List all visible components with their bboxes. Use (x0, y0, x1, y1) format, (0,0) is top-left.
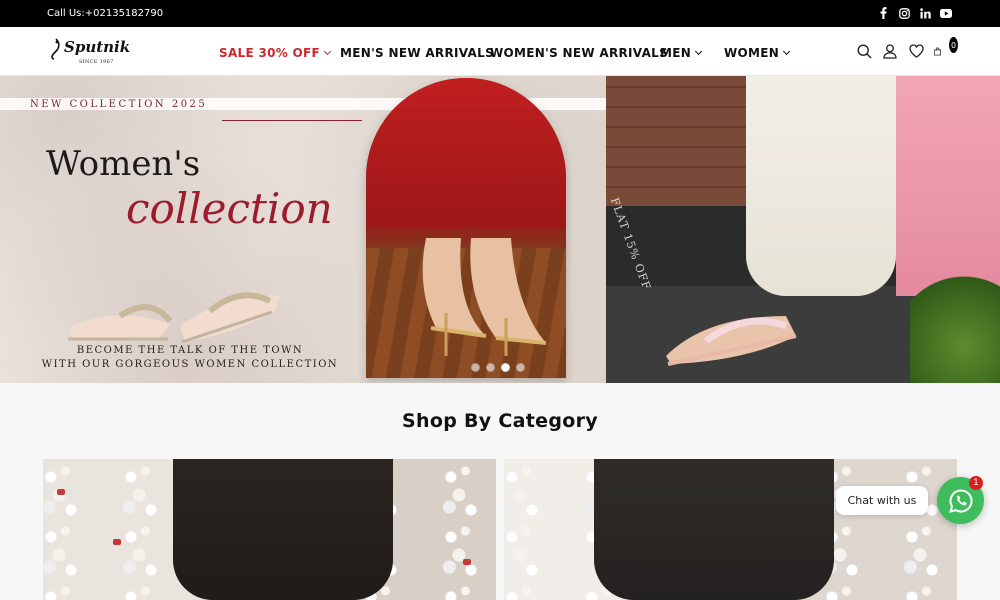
divider (222, 120, 362, 121)
category-card[interactable] (504, 459, 957, 600)
nav-men[interactable]: MEN (660, 46, 703, 60)
whatsapp-icon (948, 488, 972, 513)
hero-right-panel (606, 76, 1000, 383)
nav-women[interactable]: WOMEN (724, 46, 791, 60)
category-image (594, 459, 834, 600)
chevron-down-icon (783, 47, 791, 56)
collection-kicker: NEW COLLECTION 2025 (30, 99, 208, 110)
hero-left-panel: NEW COLLECTION 2025 Women's collection B… (0, 76, 606, 383)
sandals-image (68, 292, 280, 344)
petal (113, 539, 121, 545)
youtube-icon[interactable] (940, 7, 952, 19)
slider-dot[interactable] (486, 363, 495, 372)
header-icons: 0 (856, 37, 958, 59)
petal (463, 559, 471, 565)
hero-title-line1: Women's (46, 144, 201, 184)
hero-title-line2: collection (126, 184, 333, 233)
cart-count-badge: 0 (949, 37, 958, 53)
wishlist-icon[interactable] (908, 43, 924, 59)
chat-notification-badge: 1 (969, 476, 983, 490)
heels-illustration (422, 238, 547, 356)
featured-heels-image (366, 78, 566, 378)
brand-logo[interactable]: Sputnik SINCE 1967 (49, 36, 130, 68)
hero-slider[interactable]: NEW COLLECTION 2025 Women's collection B… (0, 76, 1000, 383)
slider-dot[interactable] (471, 363, 480, 372)
logo-mark-icon (51, 38, 60, 60)
call-us-text[interactable]: Call Us:+02135182790 (47, 8, 163, 19)
plant-image (910, 263, 1000, 383)
instagram-icon[interactable] (898, 7, 910, 19)
slider-pagination (471, 363, 525, 372)
petal (57, 489, 65, 495)
social-links (877, 7, 952, 19)
red-trousers (366, 78, 566, 228)
cart-icon[interactable]: 0 (934, 37, 958, 59)
nav-womens-new-arrivals-label: WOMEN'S NEW ARRIVALS (490, 46, 669, 60)
slider-dot[interactable] (516, 363, 525, 372)
category-card[interactable] (43, 459, 496, 600)
chevron-down-icon (324, 47, 332, 56)
chat-label[interactable]: Chat with us (836, 486, 928, 515)
nav-mens-new-arrivals[interactable]: MEN'S NEW ARRIVALS (340, 46, 494, 60)
dress-image (746, 76, 896, 296)
logo-since: SINCE 1967 (79, 59, 114, 65)
nav-mens-new-arrivals-label: MEN'S NEW ARRIVALS (340, 46, 495, 60)
nav-sale[interactable]: SALE 30% OFF (219, 46, 332, 60)
nav-sale-label: SALE 30% OFF (219, 46, 321, 60)
account-icon[interactable] (882, 43, 898, 59)
linkedin-icon[interactable] (919, 7, 931, 19)
whatsapp-chat-button[interactable]: 1 (937, 476, 984, 524)
category-image (173, 459, 393, 600)
nav-womens-new-arrivals[interactable]: WOMEN'S NEW ARRIVALS (490, 46, 668, 60)
chevron-down-icon (695, 47, 703, 56)
slider-dot-active[interactable] (501, 363, 510, 372)
logo-text: Sputnik (64, 38, 131, 56)
search-icon[interactable] (856, 43, 872, 59)
top-bar: Call Us:+02135182790 (0, 0, 1000, 27)
facebook-icon[interactable] (877, 7, 889, 19)
nav-men-label: MEN (660, 46, 692, 60)
flat-sandal-illustration (666, 316, 797, 366)
nav-women-label: WOMEN (724, 46, 780, 60)
main-header: Sputnik SINCE 1967 SALE 30% OFF MEN'S NE… (0, 27, 1000, 76)
hero-tagline-line1: BECOME THE TALK OF THE TOWN (76, 345, 304, 356)
section-title: Shop By Category (402, 410, 598, 432)
hero-tagline: BECOME THE TALK OF THE TOWN WITH OUR GOR… (40, 344, 340, 372)
hero-tagline-line2: WITH OUR GORGEOUS WOMEN COLLECTION (41, 359, 339, 370)
